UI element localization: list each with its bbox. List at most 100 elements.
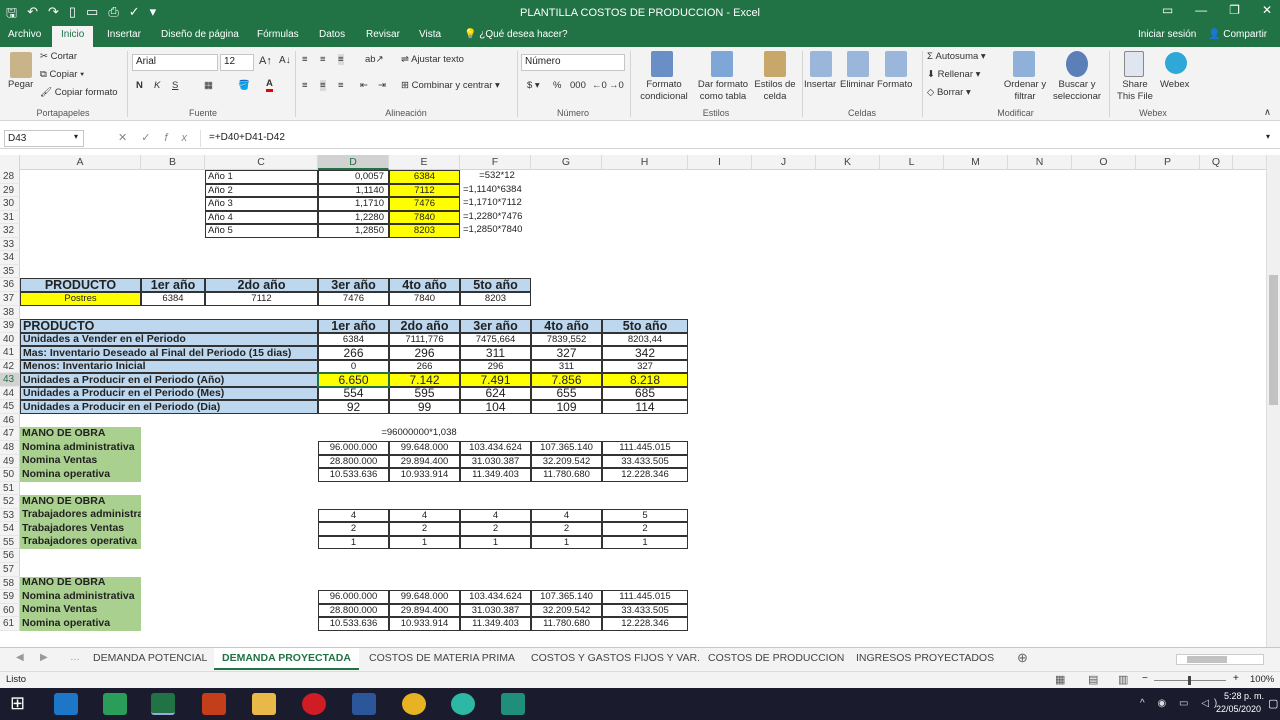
row-header[interactable]: 47 [0, 427, 20, 441]
row-header[interactable]: 43 [0, 373, 20, 387]
value-cell[interactable]: 29.894.400 [389, 455, 460, 468]
value-cell[interactable]: 111.445.015 [602, 441, 688, 455]
restore-button[interactable]: ❐ [1229, 3, 1240, 17]
empty-cell[interactable] [141, 604, 205, 617]
decrease-indent-icon[interactable]: ⇤ [360, 80, 368, 91]
value-cell[interactable]: 685 [602, 387, 688, 400]
prev-sheet-icon[interactable]: ◀ [16, 652, 24, 663]
column-header[interactable]: D [318, 155, 389, 170]
sort-filter-button[interactable]: Ordenar y filtrar [1001, 79, 1049, 103]
worksheet-grid[interactable]: ABCDEFGHIJKLMNOPQ 28 29 30 31 32 33 34 35 36 37 38… [0, 155, 1266, 647]
row-label[interactable]: Unidades a Producir en el Periodo (Dia) [20, 400, 318, 414]
row-header[interactable]: 42 [0, 360, 20, 373]
value-cell[interactable]: 96.000.000 [318, 590, 389, 604]
value-cell[interactable]: 7.491 [460, 373, 531, 387]
page-break-icon[interactable]: ▥ [1118, 673, 1128, 686]
factor-value-cell[interactable]: 1,1710 [318, 197, 389, 211]
value-cell[interactable]: 107.365.140 [531, 590, 602, 604]
zoom-out-icon[interactable]: − [1142, 673, 1148, 684]
table-header[interactable]: 3er año [318, 278, 389, 292]
value-cell[interactable]: 33.433.505 [602, 455, 688, 468]
formula-note[interactable]: =96000000*1,038 [318, 427, 460, 441]
value-cell[interactable]: 32.209.542 [531, 604, 602, 617]
factor-units-cell[interactable]: 7476 [389, 197, 460, 211]
factor-year-cell[interactable]: Año 5 [205, 224, 318, 238]
sort-filter-icon[interactable] [1013, 51, 1035, 77]
delete-cells-icon[interactable] [847, 51, 869, 77]
product-value-cell[interactable]: 7476 [318, 292, 389, 306]
format-table-button[interactable]: Dar formato como tabla [695, 79, 751, 103]
value-cell[interactable]: 10.933.914 [389, 617, 460, 631]
value-cell[interactable]: 114 [602, 400, 688, 414]
sheet-tab-active[interactable]: DEMANDA PROYECTADA [214, 648, 359, 670]
row-label[interactable]: Trabajadores Ventas [20, 522, 141, 536]
row-label[interactable]: Nomina Ventas [20, 455, 141, 468]
formula-input[interactable]: =+D40+D41-D42 [200, 130, 1275, 147]
borders-icon[interactable]: ▦ [204, 80, 213, 91]
value-cell[interactable]: 7111,776 [389, 333, 460, 346]
value-cell[interactable]: 28.800.000 [318, 604, 389, 617]
column-header[interactable]: L [880, 155, 944, 170]
ribbon-display-icon[interactable]: ▭ [1162, 3, 1173, 17]
excel-icon[interactable] [151, 693, 175, 715]
app-icon[interactable] [451, 693, 475, 715]
font-color-icon[interactable]: A [266, 78, 273, 92]
notifications-icon[interactable]: ▢ [1268, 697, 1278, 710]
share-button[interactable]: 👤 Compartir [1208, 29, 1267, 40]
table-header[interactable]: 4to año [531, 319, 602, 333]
select-all-button[interactable] [0, 155, 20, 170]
row-header[interactable]: 41 [0, 346, 20, 360]
factor-value-cell[interactable]: 0,0057 [318, 170, 389, 184]
value-cell[interactable]: 342 [602, 346, 688, 360]
align-top-icon[interactable]: ≡ [302, 54, 308, 65]
row-label[interactable]: Unidades a Producir en el Periodo (Año) [20, 373, 318, 387]
empty-cell[interactable] [141, 522, 205, 536]
file-explorer-icon[interactable] [252, 693, 276, 715]
minimize-button[interactable]: — [1195, 3, 1207, 17]
zoom-thumb[interactable] [1188, 676, 1191, 685]
comma-icon[interactable]: 000 [570, 80, 586, 91]
vertical-scrollbar[interactable] [1266, 155, 1280, 647]
webex-icon[interactable] [1165, 52, 1187, 74]
row-header[interactable]: 39 [0, 319, 20, 333]
table-header[interactable]: PRODUCTO [20, 278, 141, 292]
format-table-icon[interactable] [711, 51, 733, 77]
product-value-cell[interactable]: 8203 [460, 292, 531, 306]
paste-icon[interactable] [10, 52, 32, 78]
empty-cell[interactable] [205, 617, 318, 631]
column-header[interactable]: G [531, 155, 602, 170]
value-cell[interactable]: 92 [318, 400, 389, 414]
collapse-ribbon-icon[interactable]: ∧ [1264, 107, 1271, 118]
orientation-icon[interactable]: ab↗ [365, 54, 384, 65]
cut-button[interactable]: ✂ Cortar [40, 51, 77, 62]
factor-formula-note[interactable]: =1,2850*7840 [460, 224, 531, 238]
italic-icon[interactable]: K [154, 80, 160, 91]
empty-cell[interactable] [141, 455, 205, 468]
value-cell[interactable]: 6.650 [318, 373, 389, 387]
value-cell[interactable]: 2 [460, 522, 531, 536]
value-cell[interactable]: 10.933.914 [389, 468, 460, 482]
table-header[interactable]: PRODUCTO [20, 319, 318, 333]
name-box[interactable]: D43 [4, 130, 84, 147]
tab-datos[interactable]: Datos [319, 29, 345, 40]
row-header[interactable]: 32 [0, 224, 20, 238]
align-bottom-icon[interactable]: ≡ [338, 54, 344, 65]
row-label[interactable]: Trabajadores administrativa [20, 509, 141, 522]
column-header[interactable]: O [1072, 155, 1136, 170]
row-header[interactable]: 61 [0, 617, 20, 631]
factor-year-cell[interactable]: Año 4 [205, 211, 318, 224]
more-sheets-icon[interactable]: … [70, 652, 80, 663]
sign-in-link[interactable]: Iniciar sesión [1138, 29, 1196, 40]
increase-decimal-icon[interactable]: ←0 [592, 80, 607, 91]
copy-button[interactable]: ⧉ Copiar ▾ [40, 69, 84, 80]
column-header[interactable]: B [141, 155, 205, 170]
factor-formula-note[interactable]: =532*12 [460, 170, 531, 184]
row-header[interactable]: 29 [0, 184, 20, 197]
align-center-icon[interactable]: ≡ [320, 80, 326, 91]
table-header[interactable]: 2do año [389, 319, 460, 333]
product-value-cell[interactable]: 7112 [205, 292, 318, 306]
row-header[interactable]: 45 [0, 400, 20, 414]
chrome-icon[interactable] [402, 693, 426, 715]
column-header[interactable]: A [20, 155, 141, 170]
product-name-cell[interactable]: Postres [20, 292, 141, 306]
